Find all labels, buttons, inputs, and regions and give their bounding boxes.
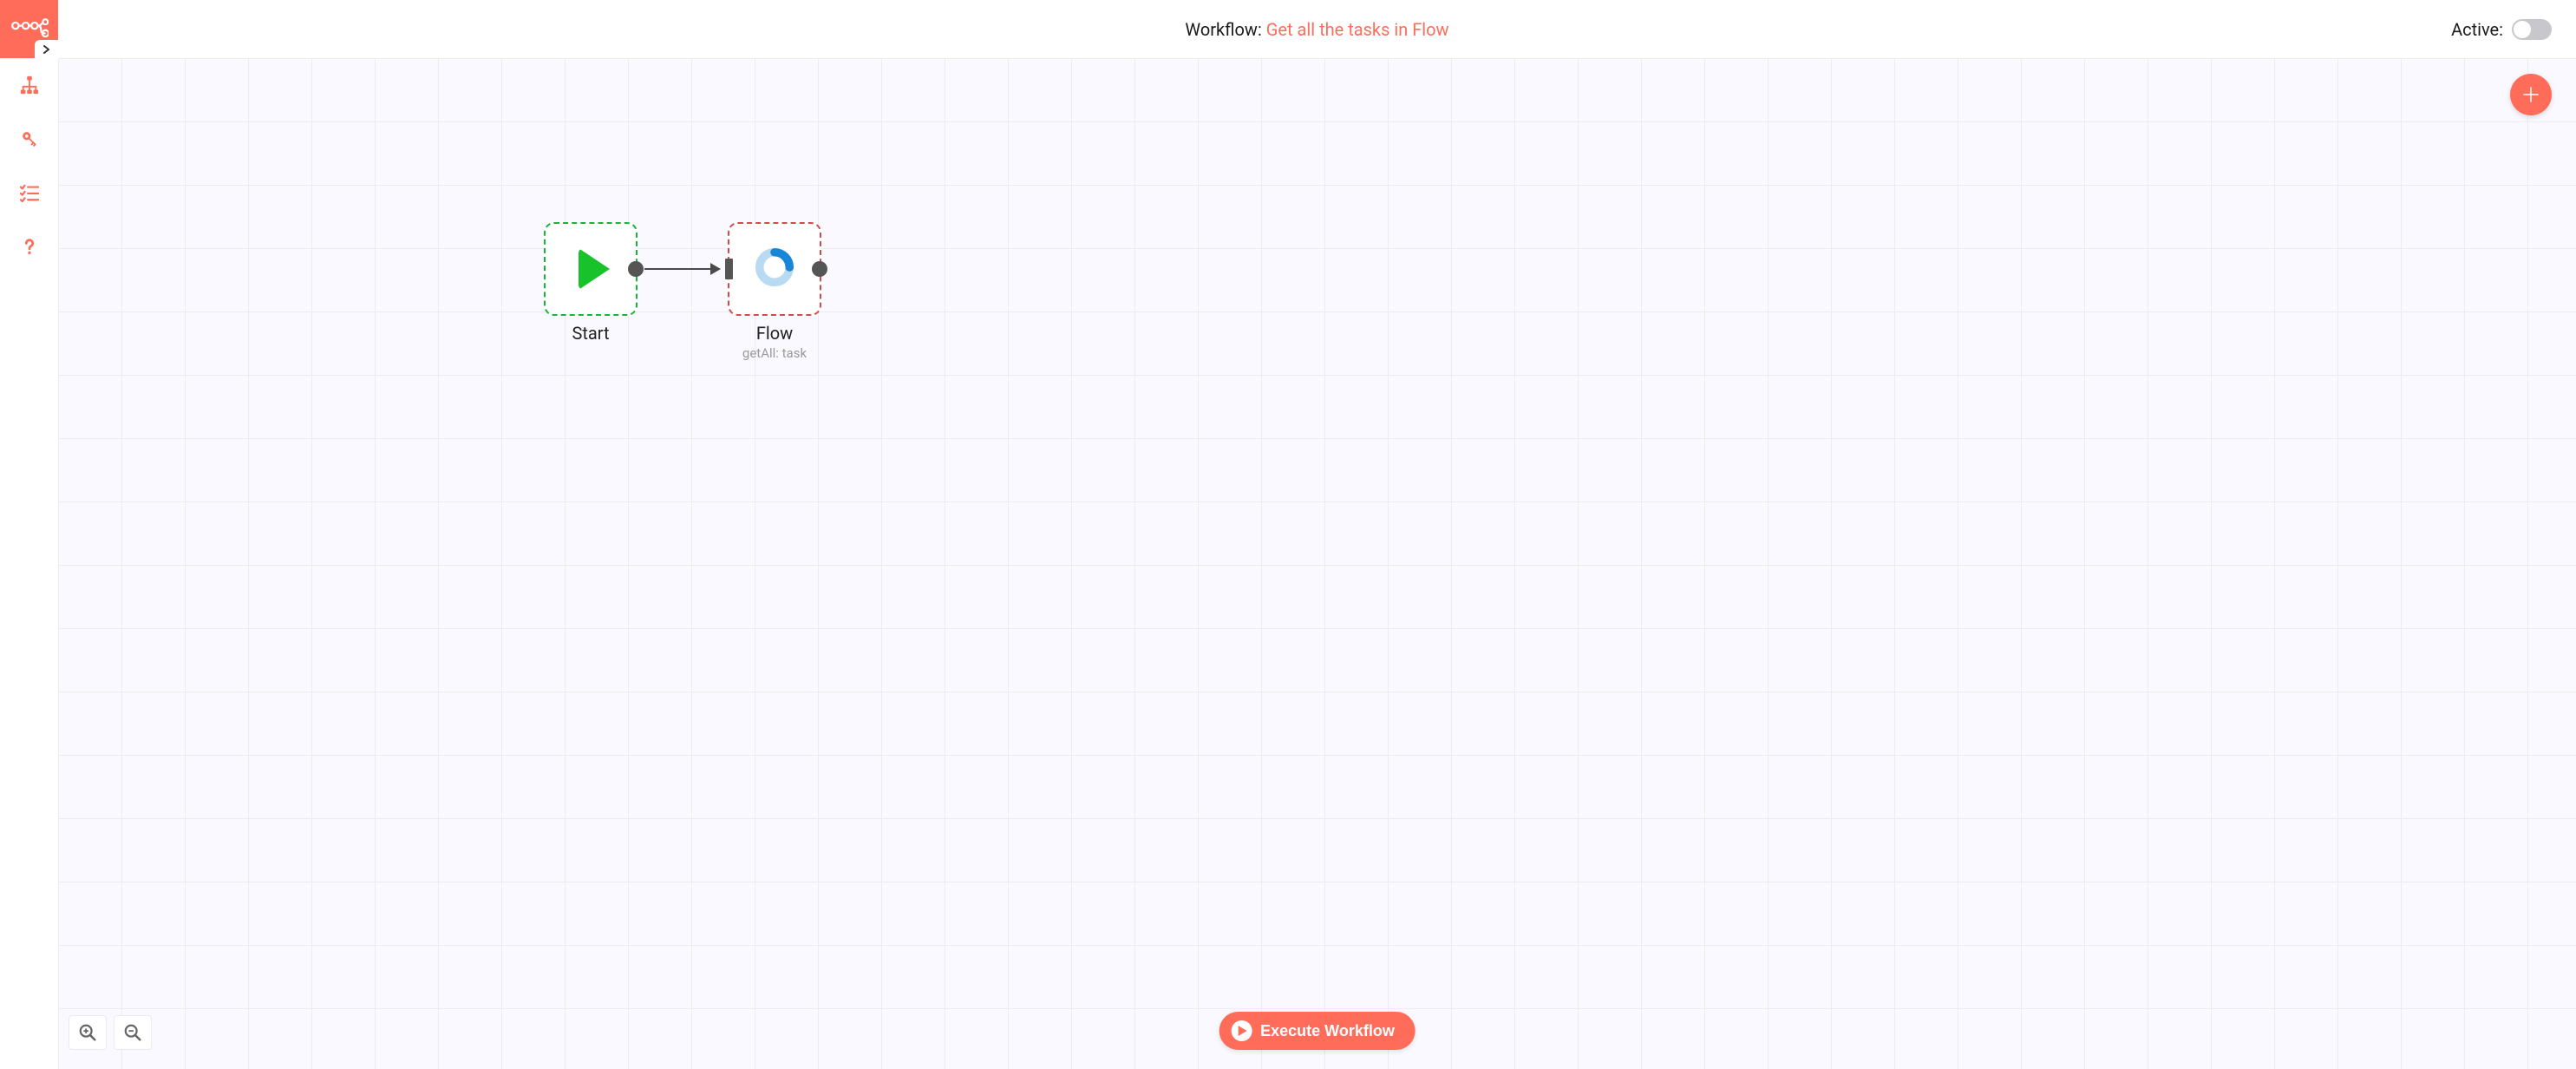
- zoom-controls: [69, 1015, 152, 1050]
- zoom-in-icon: [78, 1023, 97, 1042]
- zoom-out-icon: [123, 1023, 142, 1042]
- node-start-label: Start: [572, 323, 609, 344]
- key-icon: [20, 129, 39, 148]
- zoom-in-button[interactable]: [69, 1015, 107, 1050]
- play-circle-icon: [1231, 1020, 1252, 1041]
- node-start[interactable]: Start: [544, 222, 637, 344]
- node-flow-label: Flow: [756, 323, 793, 344]
- workflow-title-prefix: Workflow:: [1185, 19, 1265, 40]
- node-flow-output-port[interactable]: [812, 261, 827, 277]
- checklist-icon: [20, 183, 39, 202]
- chevron-right-icon: [42, 45, 51, 54]
- sidebar: [0, 0, 58, 1069]
- n8n-logo-icon: [10, 17, 49, 42]
- header: Workflow: Get all the tasks in Flow Acti…: [58, 0, 2576, 58]
- node-flow[interactable]: Flow getAll: task: [728, 222, 821, 361]
- sidebar-items: [0, 58, 58, 273]
- sidebar-expand-button[interactable]: [35, 40, 59, 59]
- app-logo[interactable]: [0, 0, 58, 58]
- node-start-box[interactable]: [544, 222, 637, 316]
- node-flow-input-port[interactable]: [725, 259, 733, 279]
- node-layer: Start Flow getAll: task: [58, 58, 2576, 1069]
- sidebar-item-help[interactable]: [0, 220, 58, 273]
- execute-workflow-button[interactable]: Execute Workflow: [1219, 1012, 1415, 1050]
- zoom-out-button[interactable]: [114, 1015, 152, 1050]
- node-flow-subtitle: getAll: task: [742, 345, 807, 361]
- active-toggle[interactable]: [2512, 19, 2552, 40]
- sitemap-icon: [20, 75, 39, 95]
- header-right: Active:: [2451, 0, 2552, 58]
- sidebar-item-credentials[interactable]: [0, 112, 58, 166]
- sidebar-item-workflows[interactable]: [0, 58, 58, 112]
- workflow-canvas[interactable]: Start Flow getAll: task: [58, 58, 2576, 1069]
- main-area: Workflow: Get all the tasks in Flow Acti…: [58, 0, 2576, 1069]
- workflow-title-name[interactable]: Get all the tasks in Flow: [1266, 19, 1449, 40]
- flow-app-icon: [755, 247, 794, 291]
- edge-start-to-flow[interactable]: [644, 268, 719, 270]
- node-flow-box[interactable]: [728, 222, 821, 316]
- active-label: Active:: [2451, 19, 2503, 40]
- question-icon: [20, 237, 39, 256]
- toggle-knob: [2514, 21, 2531, 38]
- play-icon: [579, 248, 610, 290]
- execute-workflow-label: Execute Workflow: [1260, 1022, 1395, 1040]
- workflow-title: Workflow: Get all the tasks in Flow: [1185, 19, 1448, 40]
- node-start-output-port[interactable]: [628, 261, 644, 277]
- sidebar-item-executions[interactable]: [0, 166, 58, 220]
